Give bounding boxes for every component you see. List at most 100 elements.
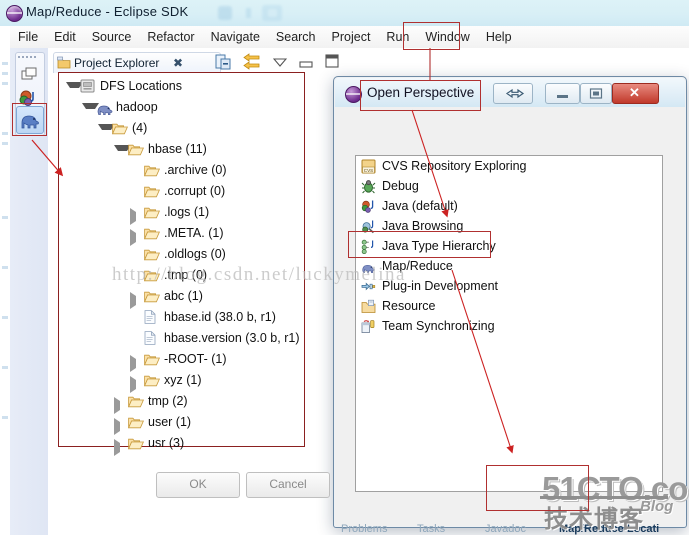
tree-item[interactable]: hbase (11)	[62, 139, 302, 160]
tree-item[interactable]: .archive (0)	[62, 160, 302, 181]
debug-bug-icon	[361, 179, 376, 194]
tree-item-label: hadoop	[116, 100, 158, 114]
perspective-list[interactable]: CVS CVS Repository Exploring Debug Java (de…	[355, 155, 663, 492]
tree-item-label: hbase.id (38.0 b, r1)	[164, 310, 276, 324]
resource-folder-icon	[361, 299, 376, 314]
menu-item-source[interactable]: Source	[84, 26, 140, 48]
folder-icon	[127, 436, 145, 457]
blurred-desktop-icon-inner	[268, 9, 277, 17]
tree-item-label: (4)	[132, 121, 148, 135]
tree-item-label: xyz (1)	[164, 373, 202, 387]
tab-project-explorer[interactable]: Project Explorer ✖	[53, 52, 221, 73]
collapse-all-icon[interactable]	[215, 54, 232, 73]
perspective-list-item[interactable]: Team Synchronizing	[356, 316, 662, 336]
perspective-label: Plug-in Development	[382, 279, 499, 293]
tree-item[interactable]: hadoop	[62, 97, 302, 118]
cancel-button[interactable]: Cancel	[246, 472, 330, 498]
menu-item-navigate[interactable]: Navigate	[203, 26, 268, 48]
annotation-box-ok-button	[486, 465, 589, 511]
menu-item-search[interactable]: Search	[268, 26, 324, 48]
tree-item-label: DFS Locations	[100, 79, 182, 93]
ok-button[interactable]: OK	[156, 472, 240, 498]
annotation-box-window-menu	[403, 22, 460, 50]
perspective-label: CVS Repository Exploring	[382, 159, 527, 173]
menu-item-refactor[interactable]: Refactor	[139, 26, 202, 48]
java-perspective-icon	[361, 199, 376, 214]
dfs-tree: DFS Locations hadoop (4) hbase (11) .archive…	[62, 76, 302, 457]
tree-twisty-collapsed-icon[interactable]	[114, 439, 129, 456]
perspective-list-item[interactable]: Map/Reduce	[356, 256, 662, 276]
restore-size-icon[interactable]	[493, 83, 533, 104]
bottom-tab-map-reduce-locati[interactable]: Map/Reduce Locati	[559, 523, 659, 535]
menu-item-edit[interactable]: Edit	[46, 26, 84, 48]
view-menu-icon[interactable]	[272, 56, 288, 70]
tree-item[interactable]: xyz (1)	[62, 370, 302, 393]
perspective-label: Map/Reduce	[382, 259, 453, 273]
blurred-desktop-icon	[262, 5, 282, 21]
tree-item[interactable]: .corrupt (0)	[62, 181, 302, 202]
tree-item[interactable]: .META. (1)	[62, 223, 302, 246]
tree-item[interactable]: usr (3)	[62, 433, 302, 457]
tree-item[interactable]: user (1)	[62, 412, 302, 435]
annotation-box-dialog-title	[360, 80, 481, 111]
close-icon[interactable]: ✕	[612, 83, 659, 104]
perspective-list-item[interactable]: Plug-in Development	[356, 276, 662, 296]
tree-item-label: .tmp (0)	[164, 268, 208, 282]
perspective-list-item[interactable]: Resource	[356, 296, 662, 316]
maximize-icon[interactable]	[580, 83, 612, 104]
tree-item-label: .META. (1)	[164, 226, 224, 240]
tree-item[interactable]: .oldlogs (0)	[62, 244, 302, 265]
tree-item-label: .corrupt (0)	[164, 184, 226, 198]
minimize-view-icon[interactable]	[299, 58, 313, 72]
team-synchronizing-icon	[361, 319, 376, 334]
tree-item-label: tmp (2)	[148, 394, 188, 408]
annotation-box-map-reduce-item	[348, 231, 491, 258]
tree-item[interactable]: -ROOT- (1)	[62, 349, 302, 372]
maximize-view-icon[interactable]	[325, 54, 339, 71]
tree-item-label: .archive (0)	[164, 163, 227, 177]
bottom-view-tabs: Problems Tasks Javadoc Map/Reduce Locati	[337, 523, 689, 535]
tree-item[interactable]: hbase.id (38.0 b, r1)	[62, 307, 302, 328]
tree-item[interactable]: .logs (1)	[62, 202, 302, 225]
window-title: Map/Reduce - Eclipse SDK	[26, 4, 189, 19]
bottom-tab-tasks[interactable]: Tasks	[417, 523, 445, 535]
bottom-tab-problems[interactable]: Problems	[341, 523, 387, 535]
tree-item[interactable]: (4)	[62, 118, 302, 139]
perspective-list-item[interactable]: Java (default)	[356, 196, 662, 216]
menu-item-project[interactable]: Project	[324, 26, 379, 48]
annotation-box-map-reduce-perspective	[12, 103, 47, 136]
tree-item-label: usr (3)	[148, 436, 185, 450]
perspective-list-item[interactable]: CVS CVS Repository Exploring	[356, 156, 662, 176]
open-perspective-icon[interactable]	[18, 64, 40, 86]
perspective-label: Debug	[382, 179, 419, 193]
menu-item-help[interactable]: Help	[478, 26, 520, 48]
project-explorer-icon	[57, 56, 71, 69]
blurred-desktop-icon	[218, 6, 232, 20]
blurred-desktop-icon	[246, 8, 251, 18]
bottom-tab-javadoc[interactable]: Javadoc	[485, 523, 526, 535]
tree-item[interactable]: DFS Locations	[62, 76, 302, 97]
open-perspective-dialog: Open Perspective ✕ CVS CVS Repository Exp…	[333, 76, 687, 528]
tree-item-label: -ROOT- (1)	[164, 352, 227, 366]
close-glyph: ✕	[629, 85, 640, 100]
plugin-development-icon	[361, 279, 376, 294]
tab-label: Project Explorer	[74, 56, 160, 70]
tree-item-label: .logs (1)	[164, 205, 210, 219]
close-icon[interactable]: ✖	[173, 56, 183, 70]
perspective-bar-grip[interactable]	[18, 56, 38, 61]
perspective-label: Resource	[382, 299, 436, 313]
menu-item-file[interactable]: File	[10, 26, 46, 48]
window-titlebar: Map/Reduce - Eclipse SDK	[0, 0, 689, 27]
elephant-icon	[361, 259, 376, 274]
minimize-icon[interactable]	[545, 83, 580, 104]
perspective-list-item[interactable]: Debug	[356, 176, 662, 196]
tree-item[interactable]: hbase.version (3.0 b, r1)	[62, 328, 302, 349]
tree-item[interactable]: .tmp (0)	[62, 265, 302, 286]
tree-item-label: .oldlogs (0)	[164, 247, 226, 261]
tree-item[interactable]: abc (1)	[62, 286, 302, 309]
cvs-repository-icon: CVS	[361, 159, 376, 174]
tree-item-label: hbase (11)	[148, 142, 207, 156]
link-with-editor-icon[interactable]	[243, 53, 263, 74]
menu-bar: File Edit Source Refactor Navigate Search Proj…	[10, 26, 689, 49]
tree-item[interactable]: tmp (2)	[62, 391, 302, 414]
